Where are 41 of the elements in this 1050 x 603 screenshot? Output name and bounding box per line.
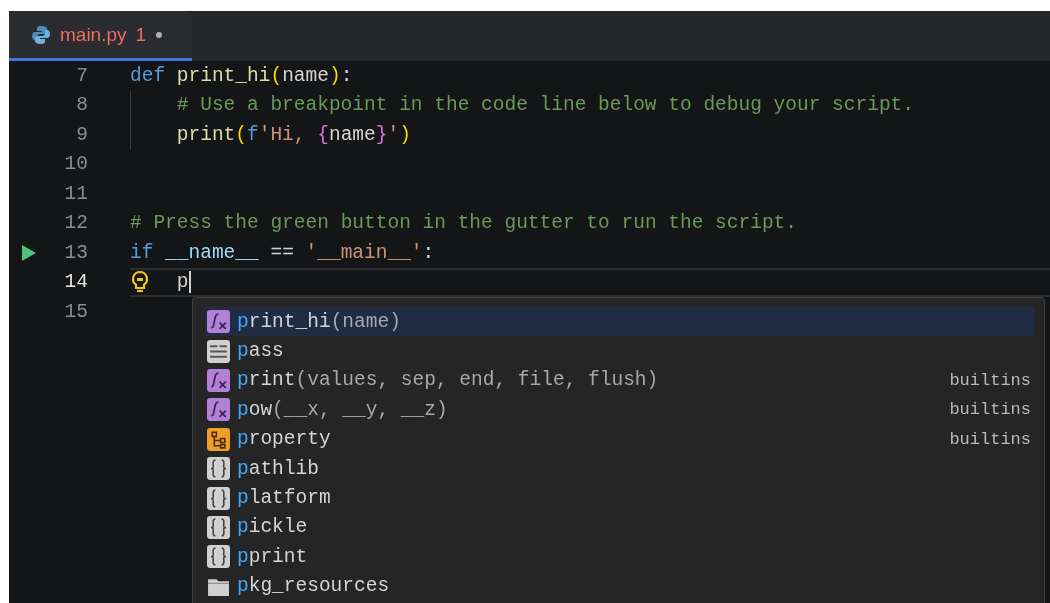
code-text: print(f'Hi, {name}') <box>176 123 411 146</box>
suggestion-item[interactable]: pow(__x, __y, __z) builtins <box>205 395 1034 425</box>
problem-count: 1 <box>135 23 147 46</box>
line-number: 8 <box>75 94 88 117</box>
lightbulb-icon[interactable] <box>130 270 150 295</box>
python-file-icon <box>31 24 51 45</box>
code-text: # Use a breakpoint in the code line below to debug your script. <box>176 94 915 117</box>
line-number: 10 <box>63 153 88 176</box>
code-text: def print_hi(name): <box>130 64 353 87</box>
suggestion-item[interactable]: pass <box>205 336 1034 366</box>
line-number: 15 <box>63 300 88 323</box>
line-number: 13 <box>63 241 88 264</box>
function-icon <box>207 310 230 334</box>
line-number: 9 <box>75 123 88 146</box>
file-tab[interactable]: main.py 1 <box>9 11 192 61</box>
run-icon[interactable] <box>21 243 37 262</box>
suggestion-item[interactable]: pprint <box>205 542 1034 572</box>
code-text: p <box>176 271 189 294</box>
line-number: 7 <box>75 64 88 87</box>
line-number: 14 <box>63 271 88 294</box>
module-icon <box>207 457 230 481</box>
module-icon <box>207 545 230 569</box>
keyword-icon <box>207 339 230 363</box>
tab-label: main.py <box>60 23 127 46</box>
module-icon <box>207 486 230 510</box>
suggestion-item[interactable]: pickle <box>205 512 1034 543</box>
function-icon <box>207 368 230 392</box>
function-icon <box>207 398 230 422</box>
code-text: if __name__ == '__main__': <box>130 241 435 264</box>
text-cursor <box>188 271 191 294</box>
line-number: 11 <box>63 182 88 205</box>
line-number: 12 <box>63 212 88 235</box>
module-icon <box>207 515 230 539</box>
suggestion-item[interactable]: platform <box>205 483 1034 513</box>
class-icon <box>207 427 230 451</box>
code-text: # Press the green button in the gutter to run the script. <box>130 212 797 235</box>
suggestion-item[interactable]: property builtins <box>205 424 1034 454</box>
suggestion-item[interactable]: pathlib <box>205 453 1034 484</box>
suggestion-item[interactable]: pkg_resources <box>205 571 1034 601</box>
suggestion-item[interactable]: print(values, sep, end, file, flush) builtins <box>205 365 1034 396</box>
suggestion-item[interactable]: print_hi(name) <box>205 307 1034 337</box>
